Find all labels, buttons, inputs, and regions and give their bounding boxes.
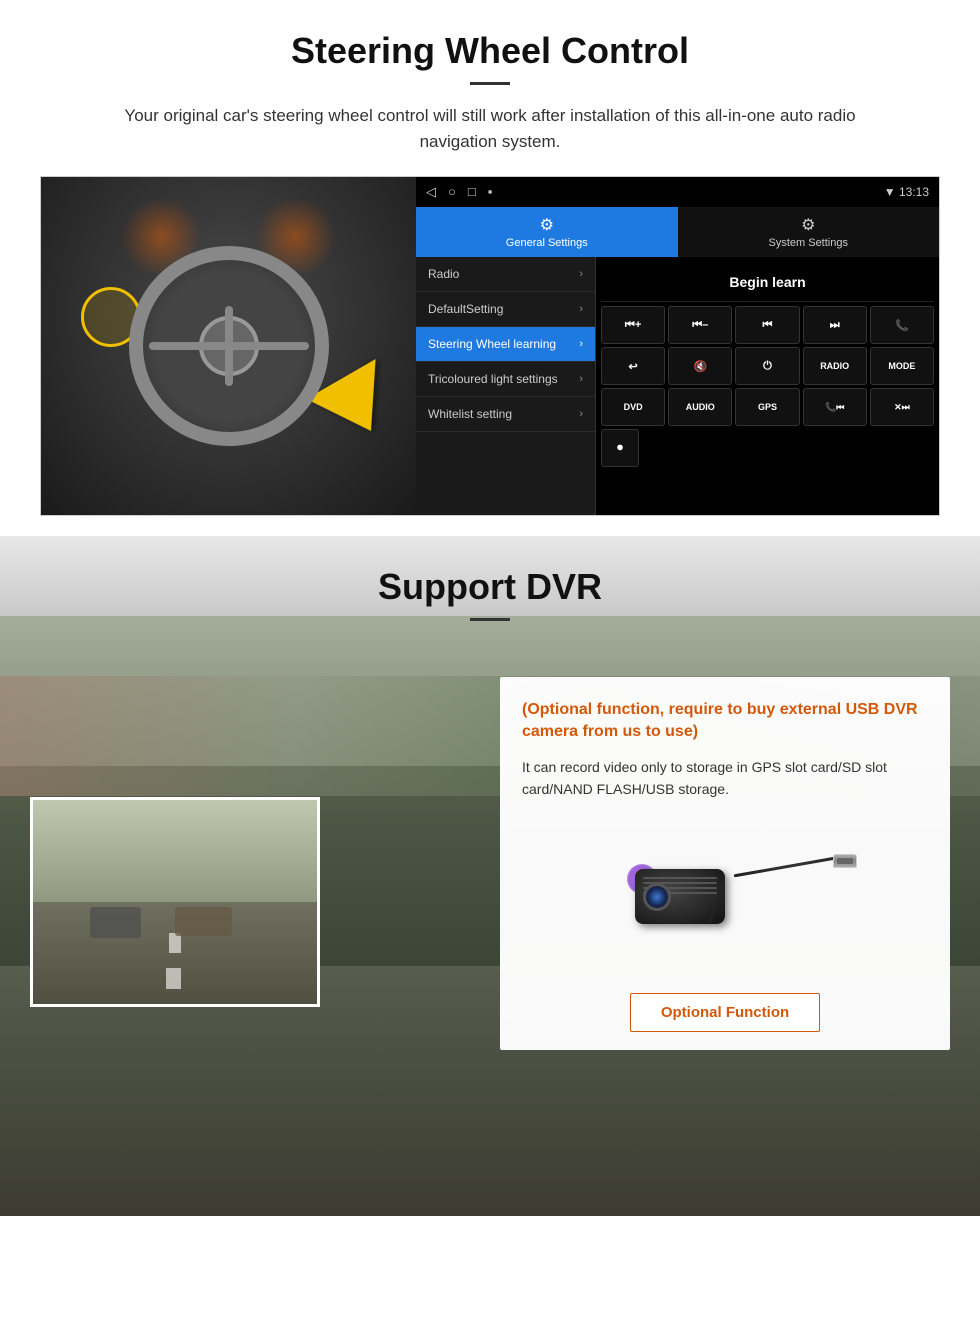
menu-item-tricoloured-label: Tricoloured light settings	[428, 372, 558, 386]
phone-button[interactable]: 📞	[870, 306, 934, 344]
steering-wheel-placeholder	[41, 177, 416, 515]
begin-learn-label[interactable]: Begin learn	[601, 262, 934, 302]
general-settings-icon: ⚙	[540, 215, 554, 235]
dvr-camera-illustration	[522, 819, 928, 979]
usb-plug	[833, 854, 857, 868]
extra-button-row: ⏺	[601, 429, 934, 467]
dvr-content: (Optional function, require to buy exter…	[0, 657, 980, 1080]
menu-item-whitelist[interactable]: Whitelist setting ›	[416, 397, 595, 432]
tab-system[interactable]: ⚙ System Settings	[678, 207, 940, 257]
skip-next-button[interactable]: ✕⏭	[870, 388, 934, 426]
menu-arrow-icon: ›	[579, 408, 583, 420]
steering-wheel-image	[41, 177, 416, 515]
dvr-left-panel	[30, 677, 480, 1007]
hangup-button[interactable]: ↩	[601, 347, 665, 385]
prev-track-button[interactable]: ⏮	[735, 306, 799, 344]
menu-item-tricoloured[interactable]: Tricoloured light settings ›	[416, 362, 595, 397]
menu-item-whitelist-label: Whitelist setting	[428, 407, 512, 421]
menu-item-default[interactable]: DefaultSetting ›	[416, 292, 595, 327]
camera-lens	[643, 883, 671, 911]
subtitle-text: Your original car's steering wheel contr…	[90, 103, 890, 154]
menu-nav-icon: ▪	[488, 184, 493, 200]
settings-menu-list: Radio › DefaultSetting › Steering Wheel …	[416, 257, 596, 515]
dvr-info-panel: (Optional function, require to buy exter…	[500, 677, 950, 1050]
menu-item-default-label: DefaultSetting	[428, 302, 503, 316]
dvr-thumb-sky	[33, 800, 317, 902]
dvd-button-row: DVD AUDIO GPS 📞⏮ ✕⏭	[601, 388, 934, 426]
tab-general-label: General Settings	[506, 237, 588, 249]
menu-arrow-icon: ›	[579, 303, 583, 315]
dvd-button[interactable]: DVD	[601, 388, 665, 426]
mode-button[interactable]: MODE	[870, 347, 934, 385]
gps-button[interactable]: GPS	[735, 388, 799, 426]
dvr-thumbnail	[30, 797, 320, 1007]
clock: 13:13	[899, 185, 929, 199]
control-button-grid: ⏮+ ⏮– ⏮ ⏭ 📞	[601, 306, 934, 344]
menu-item-steering-label: Steering Wheel learning	[428, 337, 556, 351]
mute-button[interactable]: 🔇	[668, 347, 732, 385]
system-settings-icon: ⚙	[801, 215, 815, 235]
dvr-title-divider	[470, 618, 510, 621]
dvr-title: Support DVR	[0, 566, 980, 608]
radio-button[interactable]: RADIO	[803, 347, 867, 385]
nav-icons: ◁ ○ □ ▪	[426, 184, 492, 200]
android-body: Radio › DefaultSetting › Steering Wheel …	[416, 257, 939, 515]
settings-tabs: ⚙ General Settings ⚙ System Settings	[416, 207, 939, 257]
control-button-grid-row2: ↩ 🔇 ⏻ RADIO MODE	[601, 347, 934, 385]
dvr-title-area: Support DVR	[0, 536, 980, 657]
vol-up-button[interactable]: ⏮+	[601, 306, 665, 344]
home-nav-icon: ○	[448, 184, 456, 200]
power-button[interactable]: ⏻	[735, 347, 799, 385]
dvr-thumb-road	[33, 902, 317, 1004]
tab-system-label: System Settings	[769, 237, 848, 249]
support-dvr-section: Support DVR (Optional function, require …	[0, 536, 980, 1216]
menu-item-radio[interactable]: Radio ›	[416, 257, 595, 292]
recents-nav-icon: □	[468, 184, 476, 200]
arrow-overlay	[316, 375, 396, 455]
record-button[interactable]: ⏺	[601, 429, 639, 467]
wifi-icon: ▼	[884, 185, 899, 199]
menu-arrow-icon: ›	[579, 338, 583, 350]
steering-wheel-graphic	[129, 246, 329, 446]
control-buttons-area: Begin learn ⏮+ ⏮– ⏮ ⏭ 📞 ↩ 🔇 ⏻ RAD	[596, 257, 939, 515]
vol-down-button[interactable]: ⏮–	[668, 306, 732, 344]
status-time: ▼ 13:13	[884, 185, 929, 199]
camera-device-graphic	[585, 829, 865, 969]
tab-general[interactable]: ⚙ General Settings	[416, 207, 678, 257]
dvr-description: It can record video only to storage in G…	[522, 756, 928, 801]
steering-wheel-section: Steering Wheel Control Your original car…	[0, 0, 980, 536]
dvr-optional-note: (Optional function, require to buy exter…	[522, 699, 928, 744]
android-statusbar: ◁ ○ □ ▪ ▼ 13:13	[416, 177, 939, 207]
menu-arrow-icon: ›	[579, 268, 583, 280]
next-track-button[interactable]: ⏭	[803, 306, 867, 344]
menu-arrow-icon: ›	[579, 373, 583, 385]
optional-function-button[interactable]: Optional Function	[630, 993, 820, 1032]
menu-item-radio-label: Radio	[428, 267, 459, 281]
audio-button[interactable]: AUDIO	[668, 388, 732, 426]
menu-item-steering[interactable]: Steering Wheel learning ›	[416, 327, 595, 362]
back-nav-icon: ◁	[426, 184, 436, 200]
title-divider	[470, 82, 510, 85]
spoke-vertical	[225, 306, 233, 386]
demo-panel: ◁ ○ □ ▪ ▼ 13:13 ⚙ General Settings ⚙	[40, 176, 940, 516]
phone-prev-button[interactable]: 📞⏮	[803, 388, 867, 426]
android-ui: ◁ ○ □ ▪ ▼ 13:13 ⚙ General Settings ⚙	[416, 177, 939, 515]
page-title: Steering Wheel Control	[40, 30, 940, 72]
